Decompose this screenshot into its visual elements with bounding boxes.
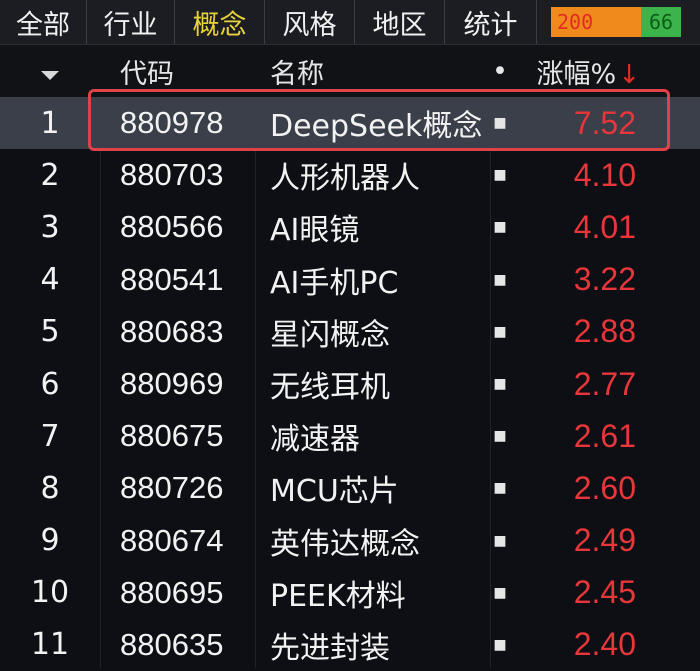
chevron-down-icon (41, 70, 59, 80)
row-marker-icon: ■ (493, 115, 507, 132)
row-name: 先进封装 (270, 630, 390, 666)
table-row[interactable]: 6 880969 无线耳机 ■ 2.77 (0, 358, 700, 410)
row-change-pct: 3.22 (573, 261, 636, 298)
header-code[interactable]: 代码 (100, 52, 260, 91)
falling-count: 66 (641, 7, 681, 37)
row-marker-icon: ■ (493, 428, 507, 445)
row-change-pct: 7.52 (573, 104, 636, 141)
row-change-pct: 4.01 (573, 208, 636, 245)
row-code: 880541 (120, 261, 224, 297)
header-name[interactable]: 名称 (260, 52, 490, 91)
row-change-pct: 2.61 (573, 417, 636, 454)
row-number: 1 (40, 105, 60, 141)
tab-concept[interactable]: 概念 (175, 0, 265, 44)
row-number: 8 (40, 470, 60, 506)
row-code: 880674 (120, 522, 224, 558)
table-row[interactable]: 3 880566 AI眼镜 ■ 4.01 (0, 201, 700, 253)
market-breadth-bar: 200 66 (551, 7, 681, 37)
row-marker-icon: ■ (493, 532, 507, 549)
tab-all[interactable]: 全部 (0, 0, 87, 44)
row-name: 星闪概念 (270, 317, 390, 353)
category-tab-bar: 全部 行业 概念 风格 地区 统计 200 66 (0, 0, 700, 45)
table-row[interactable]: 11 880635 先进封装 ■ 2.40 (0, 619, 700, 671)
row-marker-icon: ■ (493, 376, 507, 393)
row-change-pct: 4.10 (573, 156, 636, 193)
row-marker-icon: ■ (493, 636, 507, 653)
row-number: 3 (40, 209, 60, 245)
row-code: 880703 (120, 157, 224, 193)
row-name: 减速器 (270, 422, 360, 458)
row-name: PEEK材料 (270, 578, 406, 614)
row-name: DeepSeek概念 (270, 109, 483, 145)
row-number: 6 (40, 366, 60, 402)
concept-table-body: 1 880978 DeepSeek概念 ■ 7.52 2 880703 人形机器… (0, 97, 700, 671)
table-row[interactable]: 2 880703 人形机器人 ■ 4.10 (0, 149, 700, 201)
row-name: 人形机器人 (270, 161, 420, 197)
row-code: 880726 (120, 470, 224, 506)
row-marker-icon: ■ (493, 219, 507, 236)
row-name: 无线耳机 (270, 370, 390, 406)
row-marker-icon: ■ (493, 480, 507, 497)
row-code: 880978 (120, 105, 224, 141)
header-change-pct[interactable]: 涨幅%↓ (510, 52, 680, 91)
sort-desc-icon: ↓ (618, 59, 640, 90)
table-row[interactable]: 9 880674 英伟达概念 ■ 2.49 (0, 515, 700, 567)
row-marker-icon: ■ (493, 584, 507, 601)
row-name: AI手机PC (270, 265, 399, 301)
row-number: 5 (40, 314, 60, 350)
row-code: 880566 (120, 209, 224, 245)
tab-statistics[interactable]: 统计 (445, 0, 537, 44)
table-row[interactable]: 4 880541 AI手机PC ■ 3.22 (0, 254, 700, 306)
header-dot: • (492, 55, 508, 87)
row-name: MCU芯片 (270, 474, 399, 510)
table-row[interactable]: 1 880978 DeepSeek概念 ■ 7.52 (0, 97, 700, 150)
row-marker-icon: ■ (493, 271, 507, 288)
row-name: AI眼镜 (270, 213, 360, 249)
header-change-pct-label: 涨幅% (536, 58, 617, 90)
row-name: 英伟达概念 (270, 526, 420, 562)
row-number: 4 (40, 262, 60, 298)
table-header: 代码 名称 • 涨幅%↓ (0, 45, 700, 97)
row-number: 7 (40, 418, 60, 454)
row-code: 880635 (120, 626, 224, 662)
row-code: 880695 (120, 574, 224, 610)
table-row[interactable]: 10 880695 PEEK材料 ■ 2.45 (0, 567, 700, 619)
row-code: 880675 (120, 418, 224, 454)
row-change-pct: 2.45 (573, 574, 636, 611)
row-code: 880969 (120, 366, 224, 402)
row-marker-icon: ■ (493, 167, 507, 184)
tab-style[interactable]: 风格 (265, 0, 355, 44)
row-number: 11 (30, 627, 70, 663)
tab-industry[interactable]: 行业 (87, 0, 175, 44)
row-change-pct: 2.88 (573, 313, 636, 350)
table-row[interactable]: 8 880726 MCU芯片 ■ 2.60 (0, 462, 700, 514)
column-menu-button[interactable] (0, 56, 100, 87)
tab-region[interactable]: 地区 (355, 0, 445, 44)
row-change-pct: 2.60 (573, 469, 636, 506)
row-change-pct: 2.40 (573, 626, 636, 663)
row-change-pct: 2.49 (573, 522, 636, 559)
row-code: 880683 (120, 313, 224, 349)
table-row[interactable]: 7 880675 减速器 ■ 2.61 (0, 410, 700, 462)
rising-count: 200 (551, 7, 641, 37)
row-change-pct: 2.77 (573, 365, 636, 402)
row-number: 9 (40, 523, 60, 559)
row-marker-icon: ■ (493, 323, 507, 340)
row-number: 10 (30, 575, 70, 611)
table-row[interactable]: 5 880683 星闪概念 ■ 2.88 (0, 306, 700, 358)
row-number: 2 (40, 157, 60, 193)
